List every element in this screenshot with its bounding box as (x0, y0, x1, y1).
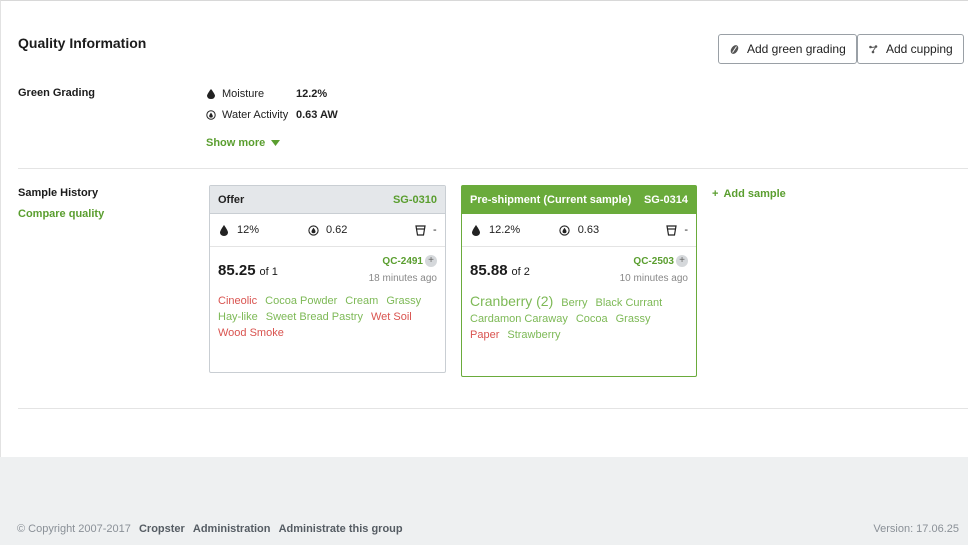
add-cupping-button[interactable]: Add cupping (857, 34, 964, 64)
drop-icon (218, 224, 230, 236)
card-metrics: 12% 0.62 - (210, 214, 445, 247)
timestamp: 10 minutes ago (619, 273, 688, 284)
card-header: Offer SG-0310 (210, 186, 445, 214)
green-grading-label: Green Grading (18, 87, 96, 99)
bottom-divider (18, 408, 968, 409)
flavor-tag: Strawberry (507, 329, 561, 341)
flavor-tag: Sweet Bread Pastry (265, 311, 363, 323)
flavor-tag: Grassy (386, 295, 422, 307)
flavor-tag: Cardamon Caraway (470, 313, 568, 325)
sample-code[interactable]: SG-0310 (393, 194, 437, 206)
section-divider (18, 168, 968, 169)
flavor-tag: Cineolic (218, 295, 258, 307)
timestamp: 18 minutes ago (368, 273, 437, 284)
moisture-value: 12.2% (296, 88, 328, 100)
sample-code[interactable]: SG-0314 (644, 194, 688, 206)
cupping-score: 85.25 of 1 (218, 262, 278, 279)
flavor-tag: Wood Smoke (218, 327, 284, 339)
water-activity-icon (307, 224, 319, 236)
moisture-value: 12% (237, 224, 260, 236)
water-activity-value: 0.62 (326, 224, 348, 236)
footer: © Copyright 2007-2017 Cropster Administr… (0, 457, 968, 545)
flavor-tag: Cranberry (2) (470, 293, 554, 309)
compare-quality-link[interactable]: Compare quality (18, 208, 104, 220)
moisture-value: 12.2% (489, 224, 521, 236)
flavor-tag: Cream (345, 295, 379, 307)
density-value: - (433, 224, 437, 236)
sample-history-label: Sample History (18, 187, 99, 199)
footer-left: © Copyright 2007-2017 Cropster Administr… (17, 523, 403, 535)
cupping-icon (868, 44, 879, 55)
cupping-score: 85.88 of 2 (470, 262, 530, 279)
water-activity-icon (206, 110, 216, 120)
water-activity-metric: 0.62 (307, 224, 414, 236)
water-activity-name: Water Activity (222, 109, 289, 121)
add-cupping-plus-icon[interactable]: + (676, 255, 688, 267)
density-metric: - (665, 224, 688, 236)
card-title: Offer (218, 193, 245, 206)
copyright-text: © Copyright 2007-2017 (17, 523, 131, 535)
moisture-metric: 12.2% (470, 224, 559, 236)
add-sample-button[interactable]: + Add sample (712, 188, 786, 200)
main-panel: Quality Information Add green grading Ad… (0, 0, 968, 457)
water-activity-value: 0.63 AW (296, 109, 338, 121)
add-green-grading-button[interactable]: Add green grading (718, 34, 857, 64)
flavor-tag: Cocoa (575, 313, 608, 325)
moisture-name: Moisture (222, 88, 265, 100)
plus-icon: + (712, 188, 719, 200)
sample-card-offer[interactable]: Offer SG-0310 12% 0.62 - 85.25 of 1 QC-24… (209, 185, 446, 373)
card-metrics: 12.2% 0.63 - (462, 214, 696, 247)
add-cupping-plus-icon[interactable]: + (425, 255, 437, 267)
water-activity-value: 0.63 (577, 224, 600, 236)
qc-link[interactable]: QC-2503 (633, 256, 674, 267)
drop-icon (470, 224, 482, 236)
flavor-tag: Paper (470, 329, 500, 341)
show-more-label: Show more (206, 137, 266, 149)
density-value: - (684, 224, 688, 236)
moisture-row: Moisture 12.2% (206, 88, 327, 100)
card-title: Pre-shipment (Current sample) (470, 194, 632, 206)
density-metric: - (414, 224, 437, 236)
footer-link-cropster[interactable]: Cropster (139, 523, 185, 535)
flavor-tags: Cineolic Cocoa Powder Cream Grassy Hay-like S… (210, 291, 445, 341)
score-row: 85.88 of 2 QC-2503 + 10 minutes ago (462, 247, 696, 291)
card-header: Pre-shipment (Current sample) SG-0314 (462, 186, 696, 214)
add-sample-label: Add sample (723, 188, 786, 200)
add-green-grading-label: Add green grading (747, 42, 846, 56)
flavor-tag: Berry (561, 297, 588, 309)
page-title: Quality Information (18, 35, 147, 51)
moisture-metric: 12% (218, 224, 307, 236)
show-more-link[interactable]: Show more (206, 137, 281, 149)
flavor-tag: Cocoa Powder (265, 295, 338, 307)
drop-icon (206, 89, 216, 99)
density-cup-icon (665, 224, 677, 236)
water-activity-metric: 0.63 (559, 224, 666, 236)
flavor-tag: Black Currant (595, 297, 663, 309)
flavor-tags: Cranberry (2) Berry Black Currant Cardamon … (462, 291, 696, 343)
qc-link[interactable]: QC-2491 (382, 256, 423, 267)
version-text: Version: 17.06.25 (873, 523, 959, 535)
score-row: 85.25 of 1 QC-2491 + 18 minutes ago (210, 247, 445, 291)
footer-link-administration[interactable]: Administration (193, 523, 271, 535)
sample-card-pre-shipment[interactable]: Pre-shipment (Current sample) SG-0314 12… (461, 185, 697, 377)
water-activity-icon (559, 224, 571, 236)
add-cupping-label: Add cupping (886, 42, 953, 56)
flavor-tag: Hay-like (218, 311, 258, 323)
footer-link-administrate-group[interactable]: Administrate this group (279, 523, 403, 535)
water-activity-row: Water Activity 0.63 AW (206, 109, 338, 121)
flavor-tag: Grassy (615, 313, 651, 325)
coffee-bean-icon (729, 44, 740, 55)
flavor-tag: Wet Soil (370, 311, 412, 323)
density-cup-icon (414, 224, 426, 236)
caret-down-icon (271, 140, 281, 146)
